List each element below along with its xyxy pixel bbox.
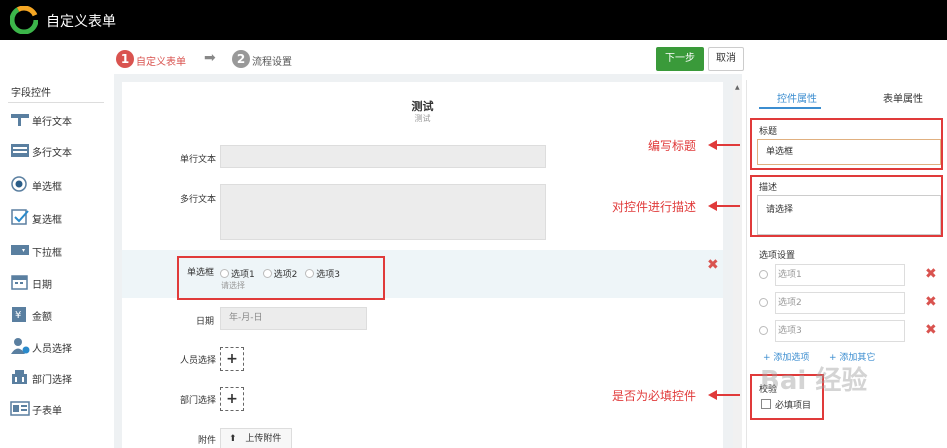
- top-bar: 自定义表单: [0, 0, 947, 40]
- next-button[interactable]: 下一步: [656, 47, 704, 71]
- dropdown-icon: [11, 245, 29, 255]
- form-title[interactable]: 测试: [122, 98, 723, 114]
- single-text-label: 单行文本: [179, 155, 216, 165]
- sidebar-divider: [8, 102, 104, 103]
- attachment-label: 附件: [197, 436, 216, 446]
- sidebar-item-subform[interactable]: 子表单: [10, 397, 106, 419]
- delete-option-icon[interactable]: ✖: [925, 322, 937, 338]
- subform-icon: [10, 401, 30, 416]
- sidebar-item-checkbox[interactable]: 复选框: [10, 206, 106, 228]
- sidebar-item-dropdown[interactable]: 下拉框: [10, 239, 106, 261]
- add-department-button[interactable]: +: [220, 387, 244, 411]
- step-1-number: 1: [116, 50, 134, 68]
- sidebar-item-radio[interactable]: 单选框: [10, 173, 106, 195]
- option-input[interactable]: 选项1: [775, 264, 905, 286]
- sidebar-item-label: 多行文本: [32, 148, 72, 159]
- date-input[interactable]: 年-月-日: [220, 307, 367, 330]
- highlight-title: [750, 118, 943, 170]
- sidebar-item-label: 人员选择: [32, 344, 72, 355]
- sidebar-title: 字段控件: [11, 88, 51, 99]
- option-row: 选项1 ✖: [759, 264, 947, 286]
- watermark: Bai 经验: [760, 366, 868, 396]
- sidebar-item-department[interactable]: 部门选择: [10, 366, 106, 388]
- person-label: 人员选择: [179, 356, 216, 366]
- upload-attachment-button[interactable]: ⬆ 上传附件: [220, 428, 292, 448]
- step-2-number: 2: [232, 50, 250, 68]
- sidebar-item-label: 单选框: [32, 182, 62, 193]
- sidebar-item-label: 复选框: [32, 215, 62, 226]
- options-settings-label: 选项设置: [759, 251, 796, 261]
- delete-option-icon[interactable]: ✖: [925, 294, 937, 310]
- department-label: 部门选择: [179, 396, 216, 406]
- tab-control-properties[interactable]: 控件属性: [777, 90, 817, 105]
- multi-text-label: 多行文本: [179, 195, 216, 205]
- radio-circle-icon: [759, 270, 768, 279]
- cancel-button[interactable]: 取消: [708, 47, 744, 71]
- upload-icon: ⬆: [229, 434, 237, 444]
- highlight-radio-field: [177, 256, 385, 300]
- sidebar-item-date[interactable]: 日期: [10, 271, 106, 293]
- sidebar-item-money[interactable]: ¥ 金额: [10, 303, 106, 325]
- field-controls-sidebar: 字段控件 单行文本 多行文本 单选框 复选框 下拉框 日期 ¥ 金额 人员选择 …: [0, 80, 110, 448]
- app-logo-icon: [10, 6, 38, 34]
- single-text-input[interactable]: [220, 145, 546, 168]
- delete-field-icon[interactable]: ✖: [707, 257, 719, 273]
- form-subtitle: 测试: [414, 114, 431, 123]
- multi-text-input[interactable]: [220, 184, 546, 240]
- sidebar-item-label: 下拉框: [32, 248, 62, 259]
- step-2-label[interactable]: 流程设置: [252, 53, 292, 68]
- text-line-icon: [11, 114, 29, 126]
- annotation-arrowhead: [708, 390, 717, 400]
- sidebar-item-person[interactable]: 人员选择: [10, 335, 106, 357]
- text-multiline-icon: [11, 144, 29, 157]
- tab-form-properties[interactable]: 表单属性: [883, 90, 923, 105]
- annotation-title: 编写标题: [648, 139, 697, 153]
- sidebar-item-label: 金额: [32, 312, 52, 323]
- highlight-description: [750, 175, 943, 237]
- option-input[interactable]: 选项3: [775, 320, 905, 342]
- delete-option-icon[interactable]: ✖: [925, 266, 937, 282]
- sidebar-item-label: 部门选择: [32, 375, 72, 386]
- checkbox-icon: [11, 209, 29, 225]
- step-1-label[interactable]: 自定义表单: [136, 53, 186, 68]
- scroll-up-icon[interactable]: ▲: [735, 84, 740, 91]
- sidebar-item-label: 日期: [32, 280, 52, 291]
- sidebar-item-label: 子表单: [32, 406, 62, 417]
- option-row: 选项3 ✖: [759, 320, 947, 342]
- sidebar-item-single-text[interactable]: 单行文本: [10, 108, 106, 130]
- step-arrow-icon: ➡: [204, 50, 216, 66]
- radio-icon: [11, 176, 27, 192]
- svg-text:¥: ¥: [15, 310, 21, 321]
- department-icon: [12, 370, 27, 384]
- annotation-arrowhead: [708, 140, 717, 150]
- money-icon: ¥: [12, 307, 26, 322]
- date-label: 日期: [195, 317, 214, 327]
- annotation-required: 是否为必填控件: [612, 389, 697, 403]
- radio-circle-icon: [759, 326, 768, 335]
- add-person-button[interactable]: +: [220, 347, 244, 371]
- app-title: 自定义表单: [46, 14, 116, 30]
- sidebar-item-label: 单行文本: [32, 117, 72, 128]
- option-input[interactable]: 选项2: [775, 292, 905, 314]
- option-row: 选项2 ✖: [759, 292, 947, 314]
- canvas-scrollbar[interactable]: [733, 80, 742, 448]
- annotation-description: 对控件进行描述: [612, 200, 697, 214]
- sidebar-item-multi-text[interactable]: 多行文本: [10, 139, 106, 161]
- annotation-arrowhead: [708, 201, 717, 211]
- active-tab-indicator: [759, 107, 821, 109]
- calendar-icon: [11, 275, 28, 290]
- radio-circle-icon: [759, 298, 768, 307]
- person-icon: [11, 338, 30, 354]
